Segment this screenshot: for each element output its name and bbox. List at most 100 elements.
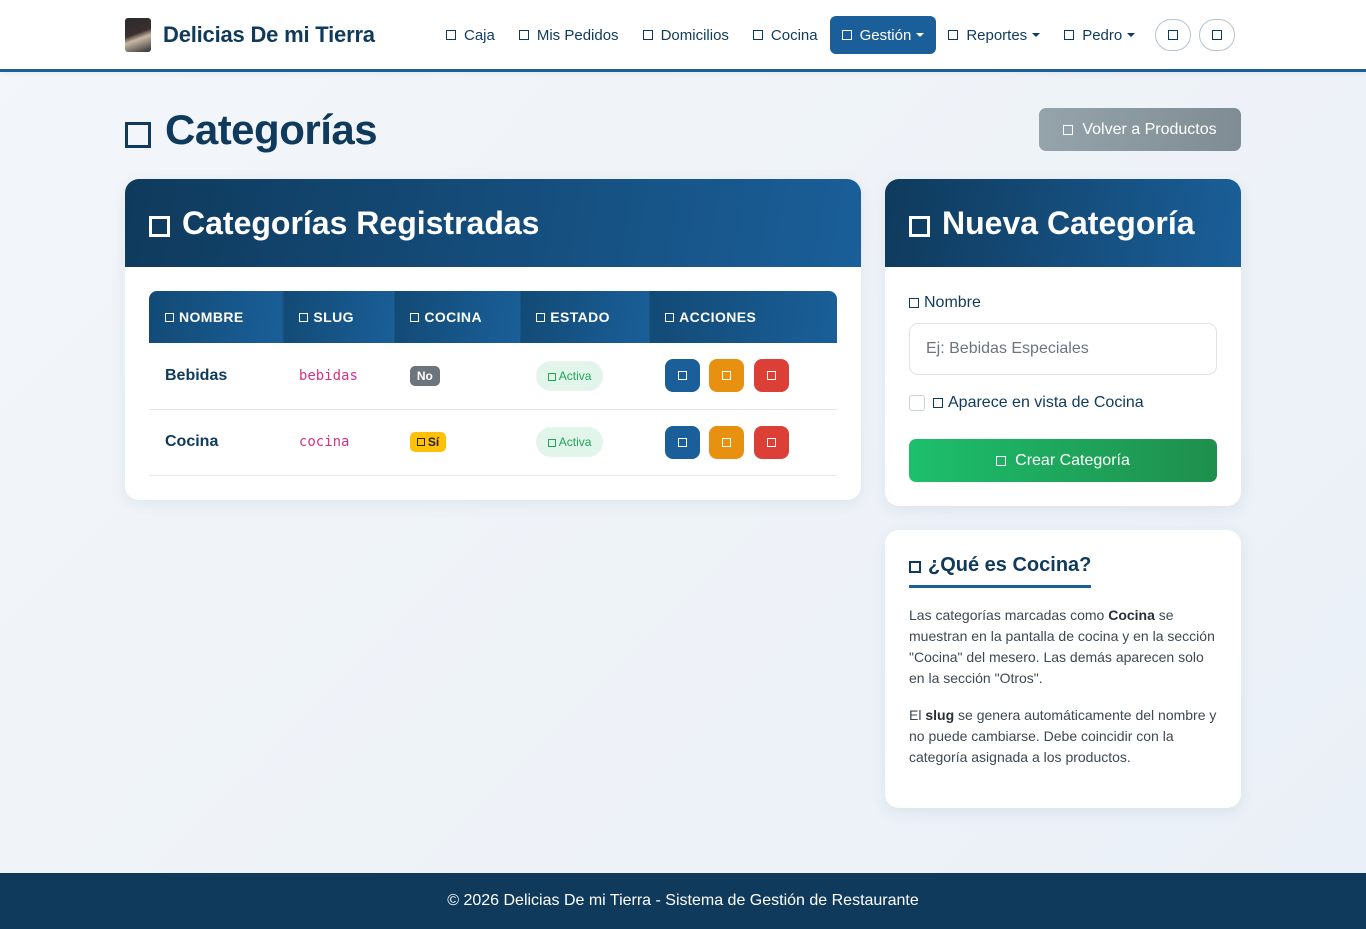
- info-icon: [909, 561, 921, 573]
- back-to-products-button[interactable]: Volver a Productos: [1039, 108, 1241, 151]
- kitchen-toggle-icon: [677, 437, 687, 447]
- category-name: Bebidas: [165, 366, 228, 384]
- nav-item-caja[interactable]: Caja: [434, 16, 507, 54]
- toggle-kitchen-button[interactable]: [664, 425, 700, 459]
- column-header-estado: ESTADO: [519, 291, 650, 343]
- card-title: Categorías Registradas: [182, 204, 540, 241]
- pause-icon: [722, 371, 732, 381]
- kitchen-icon: [933, 398, 943, 408]
- kitchen-checkbox-row[interactable]: Aparece en vista de Cocina: [909, 394, 1144, 412]
- kitchen-checkbox-label: Aparece en vista de Cocina: [948, 394, 1144, 411]
- toggle-kitchen-button[interactable]: [664, 359, 700, 393]
- chevron-down-icon: [916, 33, 925, 37]
- info-paragraph-2: El slug se genera automáticamente del no…: [909, 707, 1217, 765]
- column-header-slug: SLUG: [282, 291, 395, 343]
- orders-icon: [518, 30, 529, 40]
- info-title: ¿Qué es Cocina?: [909, 554, 1092, 588]
- link-icon: [299, 312, 309, 322]
- navbar: Delicias De mi Tierra Caja Mis Pedidos D…: [0, 0, 1366, 72]
- delivery-icon: [642, 30, 653, 40]
- delete-button[interactable]: [753, 425, 789, 459]
- delete-button[interactable]: [753, 359, 789, 393]
- column-header-cocina: COCINA: [393, 291, 521, 343]
- kitchen-badge: Sí: [409, 432, 447, 452]
- categories-table: NOMBRE SLUG COCINA ESTADO ACCIONES Bebid…: [149, 291, 837, 476]
- card-header: Categorías Registradas: [125, 179, 861, 267]
- new-category-card: Nueva Categoría Nombre Aparece en vista …: [885, 179, 1241, 506]
- nav-item-label: Reportes: [966, 26, 1028, 44]
- check-icon: [547, 372, 556, 381]
- brand[interactable]: Delicias De mi Tierra: [125, 18, 375, 52]
- tag-icon: [909, 298, 919, 308]
- table-row: Bebidas bebidas No Activa: [149, 343, 837, 410]
- tag-icon: [165, 312, 174, 322]
- toggle-status-button[interactable]: [709, 359, 745, 393]
- create-category-button[interactable]: Crear Categoría: [909, 439, 1217, 482]
- management-icon: [841, 30, 852, 40]
- page-title: Categorías: [165, 106, 378, 153]
- nav-item-mis-pedidos[interactable]: Mis Pedidos: [507, 16, 631, 54]
- kitchen-checkbox[interactable]: [909, 395, 925, 411]
- kitchen-info-card: ¿Qué es Cocina? Las categorías marcadas …: [885, 530, 1241, 808]
- save-icon: [996, 455, 1007, 466]
- category-name: Cocina: [165, 433, 219, 450]
- brand-logo: [125, 18, 151, 52]
- chevron-down-icon: [1032, 33, 1041, 37]
- footer: © 2026 Delicias De mi Tierra - Sistema d…: [0, 873, 1366, 929]
- settings-icon: [665, 312, 675, 322]
- reports-icon: [948, 30, 959, 40]
- trash-icon: [766, 371, 776, 381]
- table-header-row: NOMBRE SLUG COCINA ESTADO ACCIONES: [149, 291, 837, 343]
- toggle-icon: [536, 312, 546, 322]
- fire-icon: [416, 437, 425, 446]
- nav-item-label: Pedro: [1082, 26, 1123, 44]
- trash-icon: [766, 437, 776, 447]
- categories-list-card: Categorías Registradas NOMBRE SLUG COCIN…: [125, 179, 861, 500]
- page-header: Categorías: [125, 106, 378, 154]
- card-title: Nueva Categoría: [942, 204, 1195, 241]
- plus-icon: [909, 215, 930, 237]
- logout-button[interactable]: [1199, 19, 1236, 51]
- cash-register-icon: [446, 30, 456, 40]
- table-row: Cocina cocina Sí Activa: [149, 409, 837, 476]
- info-paragraph-1: Las categorías marcadas como Cocina se m…: [909, 607, 1215, 686]
- column-header-acciones: ACCIONES: [648, 291, 837, 343]
- nav-item-label: Cocina: [770, 26, 818, 44]
- kitchen-toggle-icon: [677, 371, 687, 381]
- brand-name: Delicias De mi Tierra: [163, 22, 375, 47]
- nav-item-cocina[interactable]: Cocina: [741, 16, 830, 54]
- main-nav: Caja Mis Pedidos Domicilios Cocina Gesti…: [434, 16, 1236, 54]
- pause-icon: [722, 437, 732, 447]
- status-badge: Activa: [535, 427, 604, 457]
- tags-icon: [125, 122, 151, 148]
- nav-item-label: Caja: [464, 26, 495, 44]
- back-button-label: Volver a Productos: [1082, 120, 1217, 138]
- arrow-left-icon: [1063, 124, 1074, 135]
- nav-item-domicilios[interactable]: Domicilios: [631, 16, 741, 54]
- nav-item-label: Gestión: [859, 26, 912, 44]
- name-label: Nombre: [909, 294, 981, 312]
- list-icon: [149, 215, 170, 237]
- check-icon: [547, 438, 556, 447]
- category-slug: cocina: [298, 434, 350, 450]
- nav-item-user-pedro[interactable]: Pedro: [1052, 16, 1147, 54]
- chevron-down-icon: [1127, 33, 1136, 37]
- footer-text: © 2026 Delicias De mi Tierra - Sistema d…: [447, 892, 919, 909]
- theme-toggle-button[interactable]: [1155, 19, 1192, 51]
- column-header-nombre: NOMBRE: [149, 291, 284, 343]
- theme-icon: [1168, 30, 1179, 40]
- nav-item-gestion[interactable]: Gestión: [829, 16, 937, 54]
- category-slug: bebidas: [298, 367, 358, 384]
- kitchen-badge: No: [409, 365, 440, 386]
- kitchen-icon: [410, 312, 420, 322]
- kitchen-icon: [752, 30, 763, 40]
- status-badge: Activa: [535, 360, 604, 391]
- nav-item-label: Mis Pedidos: [536, 26, 619, 44]
- logout-icon: [1212, 30, 1223, 40]
- card-header: Nueva Categoría: [885, 179, 1241, 267]
- nav-item-label: Domicilios: [660, 26, 729, 44]
- toggle-status-button[interactable]: [709, 425, 745, 459]
- nav-item-reportes[interactable]: Reportes: [936, 16, 1052, 54]
- user-icon: [1064, 30, 1075, 40]
- category-name-input[interactable]: [909, 323, 1217, 375]
